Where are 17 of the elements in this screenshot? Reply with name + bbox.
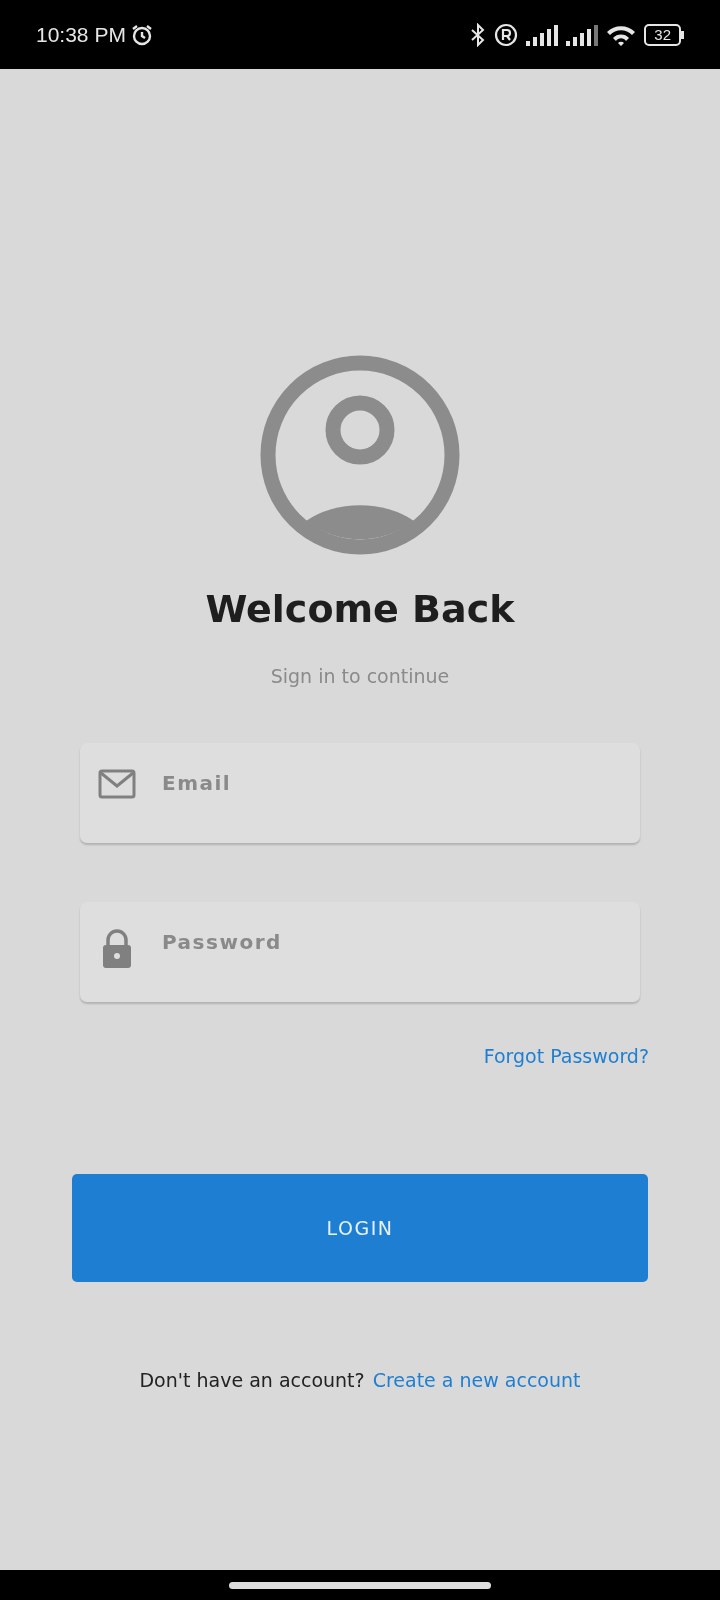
user-avatar-icon (260, 355, 460, 555)
bluetooth-icon (470, 22, 487, 47)
home-indicator[interactable] (229, 1581, 491, 1589)
welcome-title: Welcome Back (205, 586, 515, 633)
email-field[interactable]: Email (80, 742, 640, 843)
create-account-link[interactable]: Create a new account (372, 1366, 581, 1395)
signup-prompt: Don't have an account? (139, 1368, 365, 1393)
signal-icon (526, 23, 559, 46)
password-field[interactable]: Password (80, 901, 640, 1002)
registered-icon (494, 22, 519, 47)
login-button[interactable]: LOGIN (72, 1174, 648, 1282)
clock-time: 10:38 PM (36, 21, 126, 48)
subtitle: Sign in to continue (270, 664, 450, 689)
battery-indicator: 32 (644, 23, 681, 46)
wifi-icon (606, 23, 637, 46)
forgot-password-link[interactable]: Forgot Password? (483, 1041, 649, 1070)
signal-icon (566, 23, 599, 46)
